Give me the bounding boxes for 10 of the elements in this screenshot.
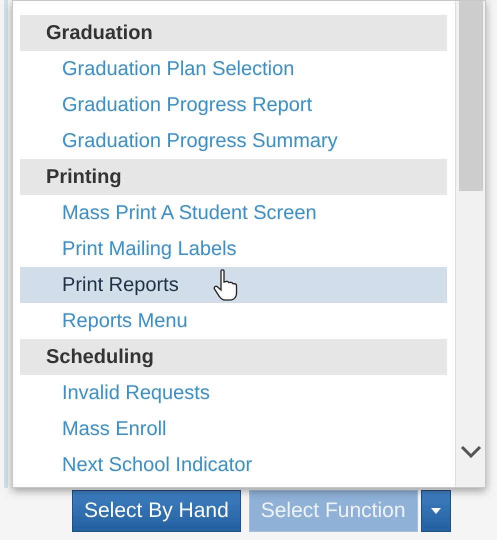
dropdown-toggle-button[interactable] bbox=[420, 490, 450, 532]
menu-item[interactable]: Print Reports bbox=[20, 267, 447, 303]
group-heading: Scheduling bbox=[20, 339, 447, 375]
group-heading: Printing bbox=[20, 159, 447, 195]
hand-pointer-icon bbox=[213, 269, 239, 301]
chevron-down-icon[interactable] bbox=[460, 445, 482, 459]
scrollbar[interactable] bbox=[455, 1, 485, 487]
action-button[interactable]: Select By Hand bbox=[72, 490, 241, 532]
caret-icon bbox=[430, 508, 440, 514]
group-heading: Graduation bbox=[20, 15, 447, 51]
